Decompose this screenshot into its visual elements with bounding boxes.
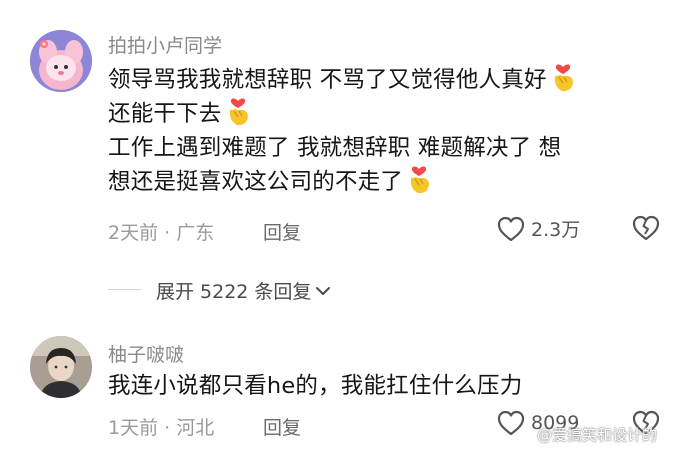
reply-button[interactable]: 回复 <box>263 218 301 245</box>
comment-text-line: 领导骂我我就想辞职 不骂了又觉得他人真好 <box>108 63 576 97</box>
chevron-down-icon <box>316 286 331 295</box>
finger-heart-emoji-icon <box>225 97 251 127</box>
expand-replies-label: 展开 5222 条回复 <box>156 281 312 303</box>
comment-username[interactable]: 拍拍小卢同学 <box>108 31 222 58</box>
comment-text: 工作上遇到难题了 我就想辞职 难题解决了 想 <box>108 135 562 161</box>
comment-text-line: 工作上遇到难题了 我就想辞职 难题解决了 想 <box>108 131 576 165</box>
comment-text: 我连小说都只看he的，我能扛住什么压力 <box>108 373 523 399</box>
broken-heart-icon <box>632 215 660 241</box>
avatar[interactable] <box>30 336 92 398</box>
comment-text-line: 想还是挺喜欢这公司的不走了 <box>108 165 576 199</box>
comment-body: 领导骂我我就想辞职 不骂了又觉得他人真好 还能干下去 工作上遇到难题了 我就想辞… <box>108 63 576 199</box>
like-button[interactable]: 2.3万 <box>497 215 580 242</box>
comment-meta: 2天前 · 广东 <box>108 222 215 244</box>
heart-outline-icon <box>497 216 525 241</box>
expand-divider <box>108 289 142 290</box>
avatar-portrait-image <box>30 336 92 398</box>
comment-text-line: 还能干下去 <box>108 97 576 131</box>
watermark: @爱搞笑和设计的 <box>512 424 657 445</box>
comment-text: 还能干下去 <box>108 101 222 127</box>
comment-text: 领导骂我我就想辞职 不骂了又觉得他人真好 <box>108 67 547 93</box>
like-count: 2.3万 <box>531 219 581 241</box>
comment-username[interactable]: 柚子啵啵 <box>108 340 184 367</box>
dislike-button[interactable] <box>632 215 660 245</box>
weibo-logo-icon <box>512 426 533 444</box>
watermark-text: @爱搞笑和设计的 <box>537 426 658 444</box>
reply-button[interactable]: 回复 <box>263 413 301 440</box>
comment-meta: 1天前 · 河北 <box>108 417 215 439</box>
avatar[interactable] <box>30 30 92 92</box>
finger-heart-emoji-icon <box>406 165 432 195</box>
finger-heart-emoji-icon <box>550 63 576 93</box>
comment-text: 想还是挺喜欢这公司的不走了 <box>108 169 404 195</box>
avatar-pink-character-image <box>30 30 92 92</box>
expand-replies-button[interactable]: 展开 5222 条回复 <box>156 277 331 304</box>
